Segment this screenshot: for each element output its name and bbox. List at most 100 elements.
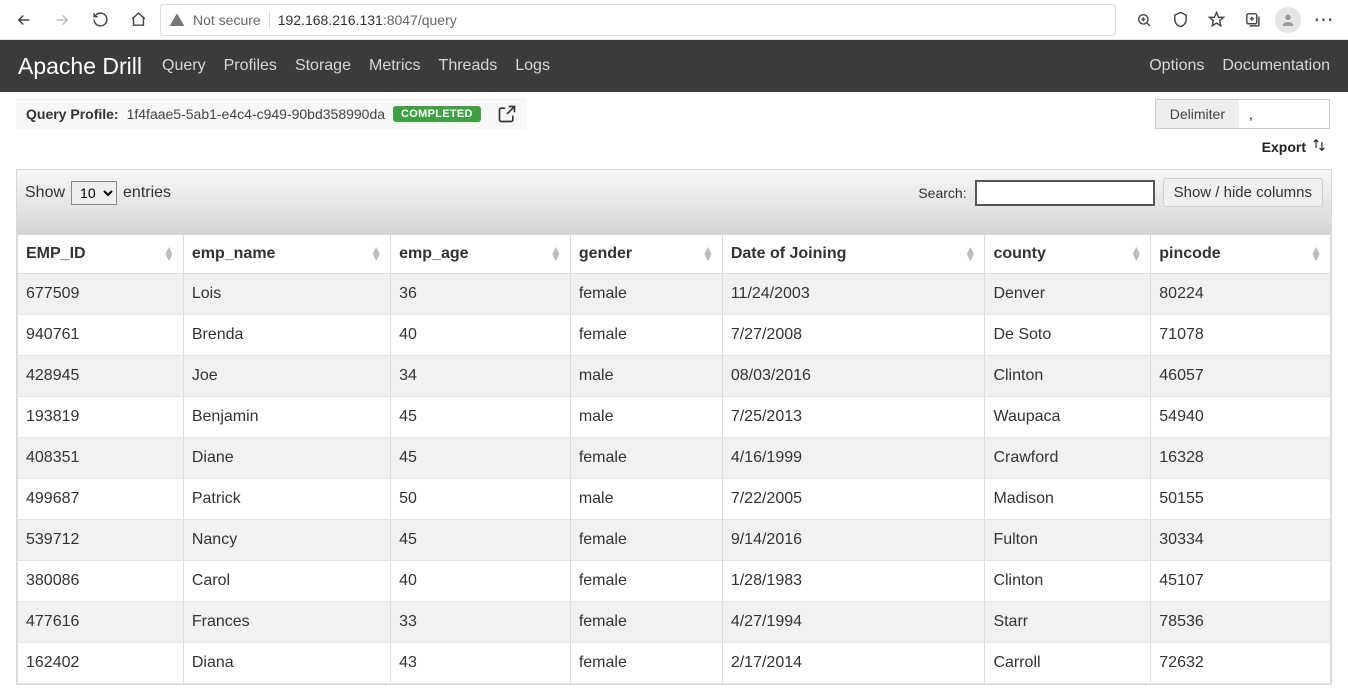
cell-pin: 16328 [1151, 438, 1331, 479]
cell-id: 477616 [18, 602, 184, 643]
col-doj[interactable]: Date of Joining▲▼ [722, 235, 985, 274]
zoom-icon[interactable] [1128, 4, 1160, 36]
export-button[interactable]: Export [1258, 134, 1330, 159]
nav-left: Query Profiles Storage Metrics Threads L… [162, 57, 550, 75]
cell-name: Diana [183, 643, 390, 684]
nav-options[interactable]: Options [1149, 57, 1204, 75]
header-row: EMP_ID▲▼ emp_name▲▼ emp_age▲▼ gender▲▼ D… [18, 235, 1331, 274]
cell-gender: female [570, 520, 722, 561]
favorites-icon[interactable] [1200, 4, 1232, 36]
table-controls: Show 10 entries Search: Show / hide colu… [17, 170, 1331, 234]
cell-age: 34 [391, 356, 571, 397]
cell-doj: 7/27/2008 [722, 315, 985, 356]
cell-gender: female [570, 643, 722, 684]
cell-doj: 2/17/2014 [722, 643, 985, 684]
cell-id: 677509 [18, 274, 184, 315]
col-emp-name[interactable]: emp_name▲▼ [183, 235, 390, 274]
cell-pin: 78536 [1151, 602, 1331, 643]
nav-metrics[interactable]: Metrics [369, 57, 421, 75]
separator [269, 11, 270, 29]
nav-threads[interactable]: Threads [439, 57, 498, 75]
table-row: 677509Lois36female11/24/2003Denver80224 [18, 274, 1331, 315]
home-button[interactable] [122, 4, 154, 36]
cell-gender: male [570, 397, 722, 438]
show-post: entries [123, 184, 171, 202]
app-navbar: Apache Drill Query Profiles Storage Metr… [0, 40, 1348, 92]
sort-icon: ▲▼ [370, 247, 382, 261]
cell-id: 940761 [18, 315, 184, 356]
cell-id: 539712 [18, 520, 184, 561]
cell-age: 43 [391, 643, 571, 684]
delimiter-label: Delimiter [1156, 100, 1239, 128]
cell-county: Starr [985, 602, 1151, 643]
cell-pin: 80224 [1151, 274, 1331, 315]
cell-county: Madison [985, 479, 1151, 520]
page-size-select[interactable]: 10 [71, 181, 117, 205]
security-label: Not secure [193, 12, 261, 28]
nav-query[interactable]: Query [162, 57, 206, 75]
results-panel: Show 10 entries Search: Show / hide colu… [16, 169, 1332, 685]
export-row: Export [0, 130, 1348, 169]
reload-button[interactable] [84, 4, 116, 36]
more-icon[interactable]: ⋯ [1308, 4, 1340, 36]
address-bar[interactable]: Not secure 192.168.216.131:8047/query [160, 4, 1116, 36]
cell-doj: 4/27/1994 [722, 602, 985, 643]
search-input[interactable] [975, 180, 1155, 206]
col-pincode[interactable]: pincode▲▼ [1151, 235, 1331, 274]
table-row: 940761Brenda40female7/27/2008De Soto7107… [18, 315, 1331, 356]
cell-county: Waupaca [985, 397, 1151, 438]
table-right-controls: Search: Show / hide columns [918, 178, 1323, 207]
table-body: 677509Lois36female11/24/2003Denver802249… [18, 274, 1331, 684]
results-table: EMP_ID▲▼ emp_name▲▼ emp_age▲▼ gender▲▼ D… [17, 234, 1331, 684]
cell-name: Carol [183, 561, 390, 602]
sort-icon: ▲▼ [550, 247, 562, 261]
table-row: 162402Diana43female2/17/2014Carroll72632 [18, 643, 1331, 684]
cell-pin: 72632 [1151, 643, 1331, 684]
table-row: 428945Joe34male08/03/2016Clinton46057 [18, 356, 1331, 397]
cell-doj: 7/25/2013 [722, 397, 985, 438]
open-external-icon[interactable] [497, 104, 517, 124]
cell-name: Brenda [183, 315, 390, 356]
cell-name: Patrick [183, 479, 390, 520]
profile-label: Query Profile: [26, 106, 119, 122]
cell-id: 162402 [18, 643, 184, 684]
sort-icon [1312, 138, 1326, 155]
col-emp-id[interactable]: EMP_ID▲▼ [18, 235, 184, 274]
profile-avatar[interactable] [1272, 4, 1304, 36]
cell-county: De Soto [985, 315, 1151, 356]
entries-control: Show 10 entries [25, 181, 171, 205]
profile-row: Query Profile: 1f4faae5-5ab1-e4c4-c949-9… [0, 92, 1348, 130]
cell-name: Lois [183, 274, 390, 315]
search-label: Search: [918, 185, 966, 201]
table-row: 408351Diane45female4/16/1999Crawford1632… [18, 438, 1331, 479]
cell-pin: 54940 [1151, 397, 1331, 438]
cell-id: 380086 [18, 561, 184, 602]
brand[interactable]: Apache Drill [18, 53, 142, 80]
delimiter-input[interactable] [1239, 100, 1329, 128]
cell-pin: 71078 [1151, 315, 1331, 356]
nav-storage[interactable]: Storage [295, 57, 351, 75]
cell-gender: male [570, 479, 722, 520]
cell-doj: 9/14/2016 [722, 520, 985, 561]
tracking-icon[interactable] [1164, 4, 1196, 36]
col-gender[interactable]: gender▲▼ [570, 235, 722, 274]
cell-name: Frances [183, 602, 390, 643]
cell-county: Crawford [985, 438, 1151, 479]
cell-pin: 46057 [1151, 356, 1331, 397]
browser-toolbar: Not secure 192.168.216.131:8047/query ⋯ [0, 0, 1348, 40]
cell-gender: female [570, 315, 722, 356]
col-county[interactable]: county▲▼ [985, 235, 1151, 274]
table-row: 499687Patrick50male7/22/2005Madison50155 [18, 479, 1331, 520]
nav-logs[interactable]: Logs [515, 57, 550, 75]
nav-documentation[interactable]: Documentation [1222, 57, 1330, 75]
col-emp-age[interactable]: emp_age▲▼ [391, 235, 571, 274]
cell-gender: female [570, 602, 722, 643]
forward-button[interactable] [46, 4, 78, 36]
show-hide-columns-button[interactable]: Show / hide columns [1163, 178, 1323, 207]
collections-icon[interactable] [1236, 4, 1268, 36]
cell-gender: female [570, 561, 722, 602]
cell-pin: 45107 [1151, 561, 1331, 602]
back-button[interactable] [8, 4, 40, 36]
table-row: 477616Frances33female4/27/1994Starr78536 [18, 602, 1331, 643]
nav-profiles[interactable]: Profiles [224, 57, 277, 75]
